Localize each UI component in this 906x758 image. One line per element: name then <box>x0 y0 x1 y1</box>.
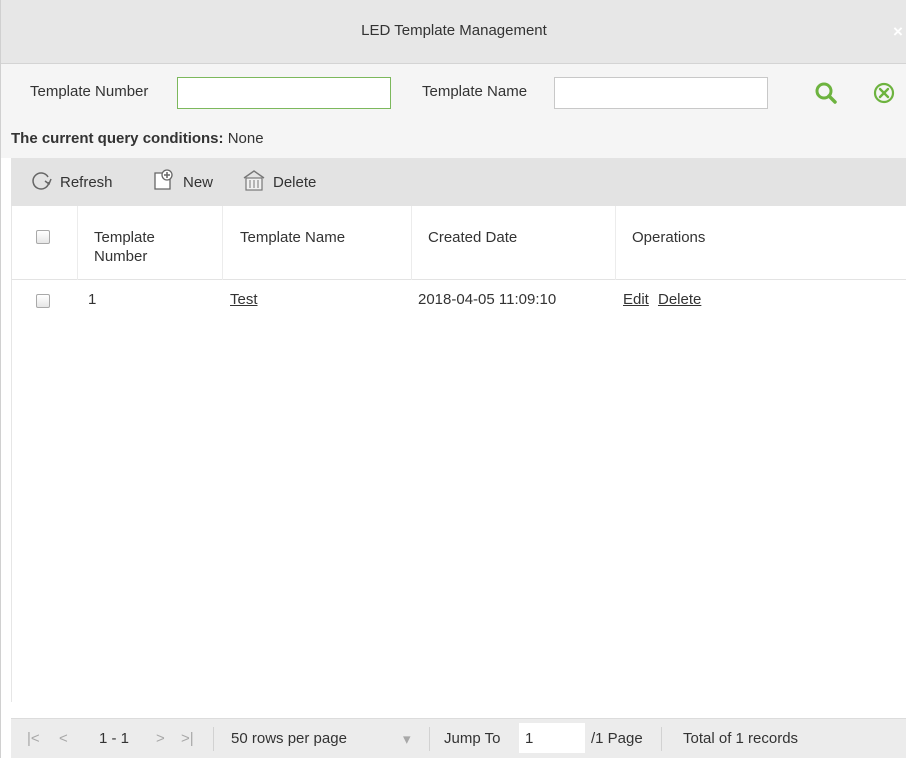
close-button[interactable]: × <box>893 23 906 41</box>
new-label: New <box>183 173 214 191</box>
dialog-title: LED Template Management <box>361 22 547 39</box>
row-checkbox[interactable] <box>36 294 50 308</box>
new-button[interactable]: New <box>152 168 214 196</box>
row-template-name-link[interactable]: Test <box>230 291 258 308</box>
table-row[interactable]: 1 Test 2018-04-05 11:09:10 Edit Delete <box>12 280 906 322</box>
toolbar: Refresh New Delete <box>11 158 906 206</box>
query-conditions-label: The current query conditions: <box>11 130 224 147</box>
chevron-down-icon[interactable]: ▾ <box>403 730 411 748</box>
next-page-button[interactable]: > <box>156 730 165 747</box>
page-total: /1 Page <box>591 730 643 747</box>
row-edit-link[interactable]: Edit <box>623 291 649 308</box>
rows-per-page-select[interactable]: 50 rows per page <box>231 730 347 747</box>
jump-to-label: Jump To <box>444 730 501 747</box>
query-conditions-value: None <box>227 130 264 147</box>
header-select-cell <box>12 206 78 280</box>
refresh-button[interactable]: Refresh <box>31 170 113 194</box>
delete-icon <box>242 168 273 196</box>
header-operations: Operations <box>632 229 706 246</box>
clear-icon[interactable] <box>871 80 897 106</box>
new-icon <box>152 168 183 196</box>
refresh-icon <box>31 170 60 194</box>
grid-header: Template Number Template Name Created Da… <box>12 206 906 280</box>
search-icon[interactable] <box>813 80 839 106</box>
prev-page-button[interactable]: < <box>59 730 68 747</box>
row-delete-link[interactable]: Delete <box>658 291 701 308</box>
page-range: 1 - 1 <box>99 730 130 747</box>
pager-divider <box>213 727 214 751</box>
pager-divider <box>661 727 662 751</box>
pagination-bar: |< < 1 - 1 > >| 50 rows per page ▾ Jump … <box>11 718 906 758</box>
delete-button[interactable]: Delete <box>242 170 316 194</box>
delete-label: Delete <box>273 173 317 191</box>
row-template-number: 1 <box>88 291 97 308</box>
pager-divider <box>429 727 430 751</box>
select-all-checkbox[interactable] <box>36 230 50 244</box>
jump-to-page-input[interactable] <box>519 723 585 753</box>
template-name-input[interactable] <box>554 77 768 109</box>
header-template-name[interactable]: Template Name <box>223 206 412 280</box>
template-grid: Template Number Template Name Created Da… <box>11 206 906 702</box>
filter-bar: Template Number Template Name <box>1 64 906 122</box>
title-bar: LED Template Management × <box>1 0 906 64</box>
first-page-button[interactable]: |< <box>27 730 40 747</box>
total-records: Total of 1 records <box>683 730 799 747</box>
row-created-date: 2018-04-05 11:09:10 <box>418 291 557 308</box>
header-template-number-line1: Template <box>94 229 155 246</box>
template-number-input[interactable] <box>177 77 391 109</box>
template-name-label: Template Name <box>422 83 528 100</box>
header-template-number[interactable]: Template Number <box>78 206 223 280</box>
refresh-label: Refresh <box>60 173 113 191</box>
query-conditions: The current query conditions: None <box>1 122 906 158</box>
led-template-dialog: LED Template Management × Template Numbe… <box>0 0 906 758</box>
header-template-number-line2: Number <box>94 248 148 265</box>
header-created-date[interactable]: Created Date <box>412 206 616 280</box>
template-number-label: Template Number <box>30 83 149 100</box>
last-page-button[interactable]: >| <box>181 730 194 747</box>
